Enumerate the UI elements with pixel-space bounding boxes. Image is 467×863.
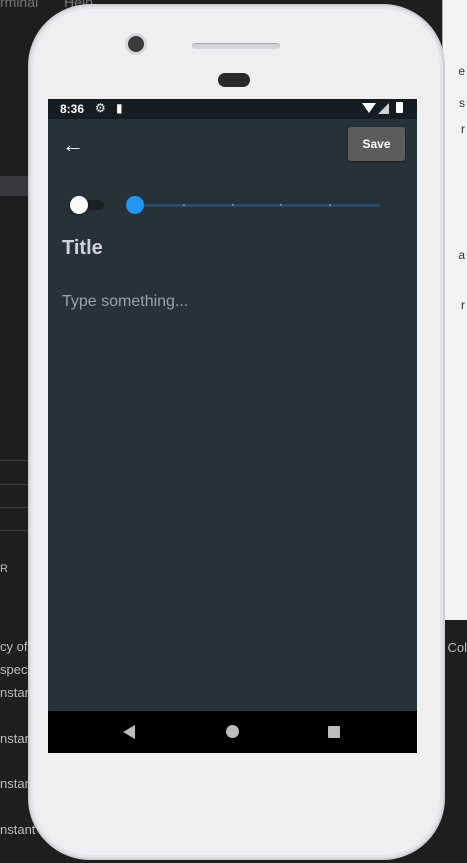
arrow-left-icon: ← <box>62 132 84 157</box>
app-screen: 8:36 ⚙ ▮ ← Save Title Type something... <box>48 99 417 753</box>
ide-divider <box>0 530 30 531</box>
toggle-switch[interactable] <box>70 196 104 214</box>
ide-text-snippet: nstar <box>0 685 29 700</box>
ide-text-snippet: nstant <box>0 822 36 837</box>
ide-divider <box>0 460 30 461</box>
slider-tick <box>183 204 185 206</box>
ide-text-snippet: R <box>0 563 8 575</box>
navigation-bar <box>48 711 417 753</box>
cell-signal-icon <box>378 103 389 114</box>
battery-icon <box>396 102 403 113</box>
save-button[interactable]: Save <box>348 127 405 161</box>
gear-icon: ⚙ <box>95 101 106 115</box>
wifi-icon <box>362 103 376 113</box>
slider[interactable] <box>126 194 382 216</box>
ide-menu-terminal[interactable]: rminal <box>0 0 38 10</box>
slider-tick <box>232 204 234 206</box>
home-circle-icon[interactable] <box>226 725 239 738</box>
ide-right-panel: e s r a r <box>442 0 467 620</box>
ide-divider <box>0 484 30 485</box>
ide-right-text: e <box>458 64 465 78</box>
recents-square-icon[interactable] <box>328 726 340 738</box>
ide-divider <box>0 507 30 508</box>
title-input[interactable]: Title <box>62 237 402 260</box>
status-bar: 8:36 ⚙ ▮ <box>48 99 417 119</box>
proximity-sensor <box>218 73 250 87</box>
slider-thumb[interactable] <box>126 196 144 214</box>
slider-tick <box>280 204 282 206</box>
status-time: 8:36 <box>60 102 85 116</box>
back-triangle-icon[interactable] <box>123 725 135 739</box>
earpiece-speaker <box>192 43 280 49</box>
back-button[interactable]: ← <box>62 132 84 157</box>
ide-text-snippet: nstar <box>0 731 29 746</box>
slider-track <box>134 204 380 207</box>
switch-thumb <box>70 196 88 214</box>
ide-text-snippet: nstar <box>0 776 29 791</box>
front-camera <box>128 36 144 52</box>
ide-right-text: a <box>458 248 465 262</box>
ide-right-text: r <box>461 298 465 312</box>
ide-text-snippet: spec <box>0 662 28 677</box>
ide-right-text: s <box>459 96 465 110</box>
ide-text-snippet: cy of <box>0 639 28 654</box>
slider-tick <box>329 204 331 206</box>
sd-card-icon: ▮ <box>116 101 123 115</box>
ide-right-text: r <box>461 122 465 136</box>
body-input[interactable]: Type something... <box>62 293 402 311</box>
ide-selected-row <box>0 176 30 196</box>
